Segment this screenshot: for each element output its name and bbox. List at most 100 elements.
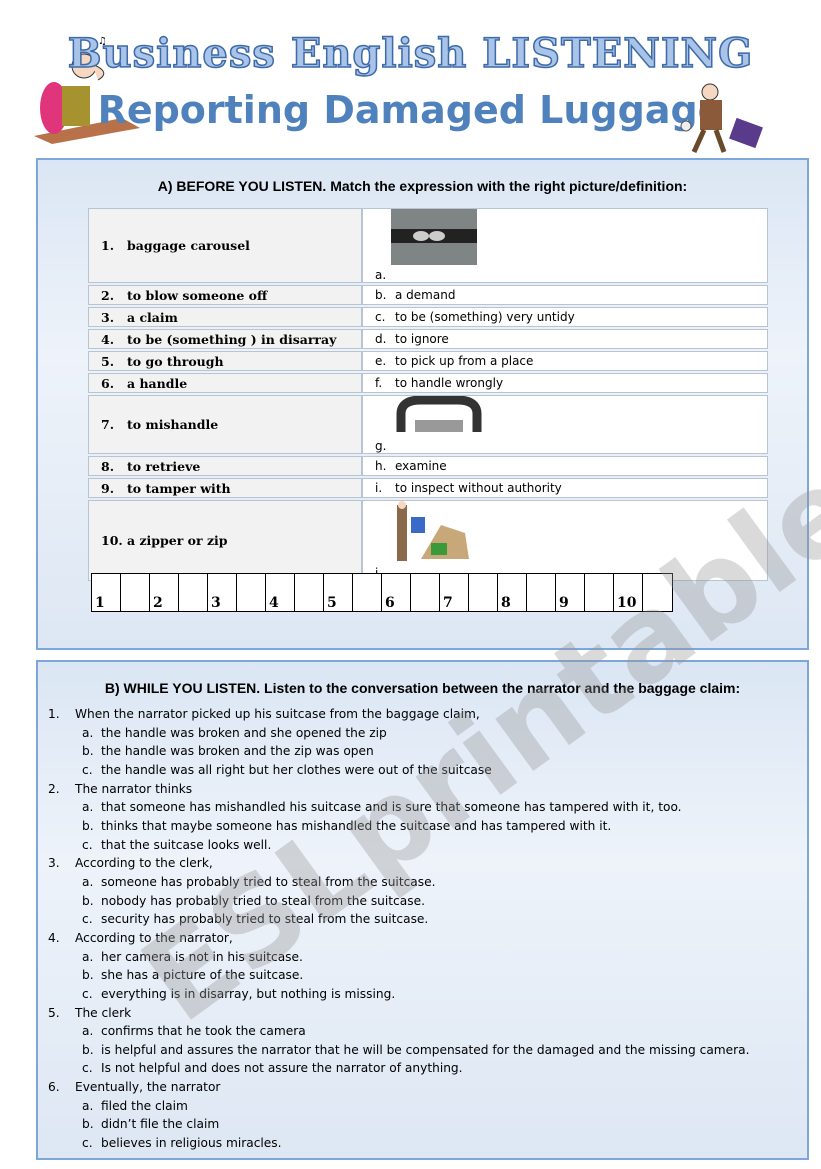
option-text: her camera is not in his suitcase. <box>101 949 303 964</box>
definition-cell: b. a demand <box>362 285 768 305</box>
question: 5. The clerk <box>48 1004 750 1023</box>
handle-image <box>391 395 767 439</box>
definition-letter: i. <box>375 481 383 495</box>
question-text: According to the clerk, <box>75 856 213 871</box>
definition-text: to ignore <box>395 332 449 346</box>
term-cell: 7. to mishandle <box>88 395 362 454</box>
answer-blank[interactable] <box>585 574 614 611</box>
option-letter: c. <box>82 837 93 852</box>
answer-number: 3 <box>208 574 237 611</box>
definition-text: to pick up from a place <box>395 354 534 368</box>
answer-option[interactable]: b. the handle was broken and the zip was … <box>48 742 750 761</box>
answer-blank[interactable] <box>411 574 440 611</box>
option-text: nobody has probably tried to steal from … <box>101 893 425 908</box>
option-text: confirms that he took the camera <box>101 1024 306 1039</box>
answer-option[interactable]: b. she has a picture of the suitcase. <box>48 966 750 985</box>
term-text: to tamper with <box>127 480 231 496</box>
question-text: The clerk <box>75 1005 132 1020</box>
term-number: 1. <box>101 238 115 253</box>
answer-grid: 1 2 3 4 5 6 7 8 9 10 <box>91 573 673 612</box>
definition-letter: c. <box>375 310 386 324</box>
answer-option[interactable]: a. someone has probably tried to steal fr… <box>48 873 750 892</box>
answer-blank[interactable] <box>179 574 208 611</box>
term-cell: 2. to blow someone off <box>88 285 362 305</box>
carousel-image <box>391 501 767 566</box>
matching-row: 5. to go through e. to pick up from a plac… <box>88 351 768 371</box>
definition-text: to handle wrongly <box>395 376 504 390</box>
definition-letter: g. <box>375 439 387 453</box>
answer-option[interactable]: a. the handle was broken and she opened t… <box>48 724 750 743</box>
answer-blank[interactable] <box>353 574 382 611</box>
question-number: 1. <box>48 707 60 721</box>
definition-letter: f. <box>375 376 383 390</box>
answer-option[interactable]: a. that someone has mishandled his suitca… <box>48 798 750 817</box>
term-cell: 3. a claim <box>88 307 362 327</box>
term-text: a zipper or zip <box>127 533 228 548</box>
definition-cell: i. <box>362 500 768 581</box>
term-cell: 6. a handle <box>88 373 362 393</box>
matching-row: 8. to retrieve h. examine <box>88 456 768 476</box>
definition-text: a demand <box>395 288 456 302</box>
definition-text: to inspect without authority <box>395 481 562 495</box>
term-cell: 9. to tamper with <box>88 478 362 498</box>
option-text: she has a picture of the suitcase. <box>101 968 304 983</box>
term-cell: 10. a zipper or zip <box>88 500 362 581</box>
answer-option[interactable]: b. nobody has probably tried to steal fro… <box>48 892 750 911</box>
answer-option[interactable]: c. that the suitcase looks well. <box>48 836 750 855</box>
answer-option[interactable]: c. security has probably tried to steal f… <box>48 910 750 929</box>
matching-row: 1. baggage carousel a. <box>88 208 768 283</box>
option-text: the handle was broken and she opened the… <box>101 725 387 740</box>
term-number: 4. <box>101 331 115 347</box>
term-number: 8. <box>101 458 115 474</box>
question-number: 5. <box>48 1005 60 1020</box>
option-letter: c. <box>82 1061 93 1076</box>
answer-blank[interactable] <box>121 574 150 611</box>
definition-cell: d. to ignore <box>362 329 768 349</box>
option-text: someone has probably tried to steal from… <box>101 874 436 889</box>
worksheet-title: Business English LISTENING <box>67 29 754 78</box>
definition-text: to be (something) very untidy <box>395 310 575 324</box>
matching-row: 9. to tamper with i. to inspect without au… <box>88 478 768 498</box>
section-before-you-listen: A) BEFORE YOU LISTEN. Match the expressi… <box>36 158 809 650</box>
definition-cell: g. <box>362 395 768 454</box>
answer-blank[interactable] <box>237 574 266 611</box>
answer-option[interactable]: b. is helpful and assures the narrator th… <box>48 1041 750 1060</box>
answer-blank[interactable] <box>295 574 324 611</box>
term-number: 3. <box>101 309 115 325</box>
answer-option[interactable]: c. the handle was all right but her cloth… <box>48 761 750 780</box>
option-letter: a. <box>82 1098 94 1113</box>
answer-option[interactable]: c. everything is in disarray, but nothing… <box>48 985 750 1004</box>
answer-option[interactable]: b. thinks that maybe someone has mishandl… <box>48 817 750 836</box>
answer-option[interactable]: a. confirms that he took the camera <box>48 1022 750 1041</box>
question-number: 3. <box>48 856 60 871</box>
definition-letter: e. <box>375 354 387 368</box>
term-number: 6. <box>101 375 115 391</box>
section-while-you-listen: B) WHILE YOU LISTEN. Listen to the conve… <box>36 660 809 1160</box>
question: 3. According to the clerk, <box>48 854 750 873</box>
answer-option[interactable]: c. believes in religious miracles. <box>48 1134 750 1153</box>
matching-row: 4. to be (something ) in disarray d. to ig… <box>88 329 768 349</box>
answer-option[interactable]: a. filed the claim <box>48 1097 750 1116</box>
question-text: When the narrator picked up his suitcase… <box>75 707 480 721</box>
option-text: thinks that maybe someone has mishandled… <box>101 818 612 833</box>
section-a-title: A) BEFORE YOU LISTEN. Match the expressi… <box>157 178 688 194</box>
answer-blank[interactable] <box>469 574 498 611</box>
answer-option[interactable]: a. her camera is not in his suitcase. <box>48 948 750 967</box>
answer-blank[interactable] <box>643 574 672 611</box>
option-letter: b. <box>82 1117 94 1132</box>
matching-row: 3. a claim c. to be (something) very untid… <box>88 307 768 327</box>
question: 2. The narrator thinks <box>48 780 750 799</box>
term-number: 10. <box>101 533 123 548</box>
question-number: 6. <box>48 1080 60 1095</box>
answer-blank[interactable] <box>527 574 556 611</box>
option-letter: b. <box>82 893 94 908</box>
answer-number: 10 <box>614 574 643 611</box>
term-cell: 5. to go through <box>88 351 362 371</box>
answer-number: 9 <box>556 574 585 611</box>
question-list: 1. When the narrator picked up his suitca… <box>48 705 750 1153</box>
term-text: to be (something ) in disarray <box>127 331 337 347</box>
option-text: filed the claim <box>101 1098 188 1113</box>
answer-option[interactable]: c. Is not helpful and does not assure the… <box>48 1059 750 1078</box>
answer-option[interactable]: b. didn’t file the claim <box>48 1115 750 1134</box>
term-text: to retrieve <box>127 458 201 474</box>
